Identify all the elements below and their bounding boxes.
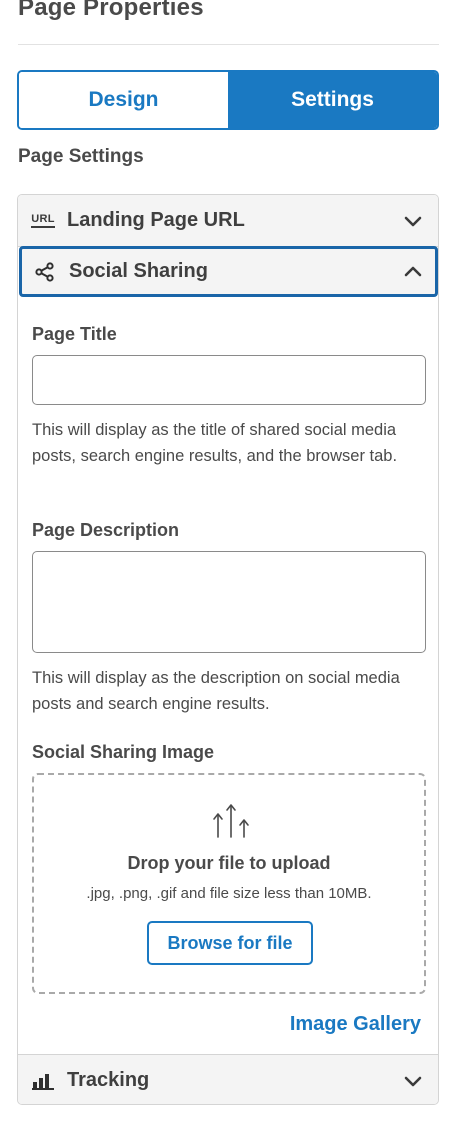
settings-accordion: URL Landing Page URL Social Sharing Page…: [17, 194, 439, 1105]
upload-arrows-icon: [213, 804, 249, 838]
landing-page-url-label: Landing Page URL: [67, 209, 245, 231]
chevron-up-icon: [404, 266, 422, 277]
image-dropzone[interactable]: Drop your file to upload .jpg, .png, .gi…: [32, 773, 426, 994]
bar-chart-icon: [31, 1070, 55, 1092]
page-title-input[interactable]: [32, 355, 426, 405]
drop-hint: .jpg, .png, .gif and file size less than…: [86, 885, 372, 902]
tab-settings[interactable]: Settings: [228, 72, 437, 128]
chevron-down-icon: [404, 1076, 422, 1087]
tracking-label: Tracking: [67, 1069, 150, 1091]
tab-bar: Design Settings: [17, 70, 439, 130]
social-sharing-label: Social Sharing: [69, 260, 208, 282]
drop-title: Drop your file to upload: [127, 853, 331, 873]
share-icon: [33, 261, 57, 283]
page-description-help: This will display as the description on …: [32, 669, 400, 713]
page-title-label: Page Title: [32, 324, 117, 344]
page-properties-panel: Page Properties Design Settings Page Set…: [0, 0, 459, 1144]
image-gallery-link[interactable]: Image Gallery: [290, 1013, 421, 1036]
accordion-header-tracking[interactable]: Tracking: [18, 1054, 438, 1104]
accordion-header-landing-page-url[interactable]: URL Landing Page URL: [18, 195, 438, 247]
social-sharing-image-label: Social Sharing Image: [32, 742, 215, 762]
url-icon: URL: [31, 210, 55, 232]
browse-for-file-button[interactable]: Browse for file: [147, 921, 313, 965]
page-description-label: Page Description: [32, 520, 180, 540]
chevron-down-icon: [404, 216, 422, 227]
title-divider: [18, 44, 439, 45]
page-settings-heading: Page Settings: [18, 146, 144, 167]
accordion-header-social-sharing[interactable]: Social Sharing: [19, 246, 438, 297]
page-title-help: This will display as the title of shared…: [32, 421, 398, 465]
tab-design[interactable]: Design: [19, 72, 228, 128]
panel-title: Page Properties: [18, 0, 204, 21]
page-description-textarea[interactable]: [32, 551, 426, 653]
